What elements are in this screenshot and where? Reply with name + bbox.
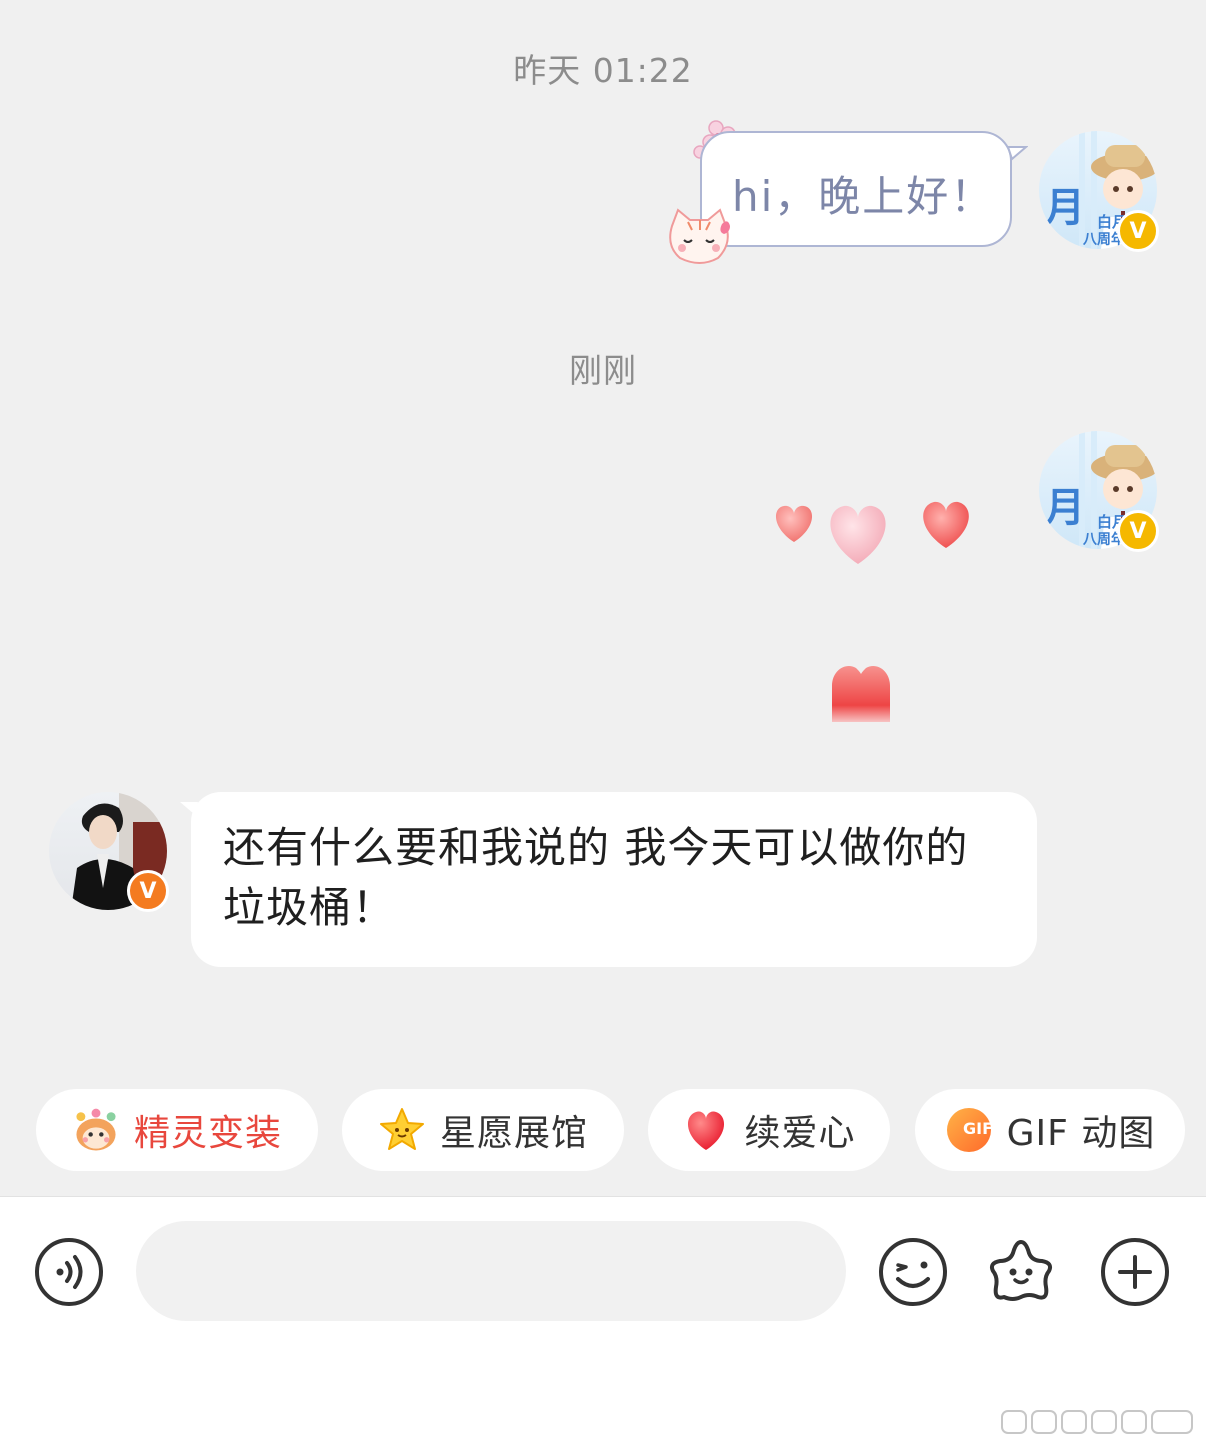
star-sticker-icon[interactable]	[986, 1237, 1056, 1307]
gif-badge-text: GIF	[962, 1119, 993, 1138]
message-text: hi，晚上好！	[732, 172, 995, 221]
chip-label: GIF 动图	[1006, 1113, 1156, 1154]
chip-gif-animation[interactable]: GIF GIF 动图	[915, 1089, 1185, 1171]
my-message-bubble[interactable]: hi，晚上好！	[700, 131, 1012, 247]
message-input[interactable]	[136, 1221, 846, 1321]
chip-sprite-dressup[interactable]: 精灵变装	[36, 1089, 318, 1171]
avatar-text: 月	[1045, 484, 1085, 531]
other-message-bubble[interactable]: 还有什么要和我说的 我今天可以做你的垃圾桶！	[191, 792, 1037, 967]
verified-badge-icon: V	[127, 870, 169, 912]
star-icon	[378, 1106, 426, 1154]
heart-icon	[682, 1106, 730, 1154]
chip-continue-heart[interactable]: 续爱心	[648, 1089, 890, 1171]
hearts-sticker-icon[interactable]	[766, 496, 976, 568]
verified-badge-icon: V	[1117, 510, 1159, 552]
timestamp: 昨天 01:22	[513, 51, 693, 90]
bubble-tail-icon	[1008, 146, 1028, 161]
cat-decoration-icon	[669, 208, 730, 264]
voice-icon[interactable]	[34, 1237, 104, 1307]
message-text: 还有什么要和我说的 我今天可以做你的垃圾桶！	[223, 823, 969, 932]
add-icon[interactable]	[1100, 1237, 1170, 1307]
timestamp: 刚刚	[569, 351, 637, 390]
home-indicator-icon	[1001, 1410, 1193, 1434]
chip-label: 续爱心	[744, 1113, 856, 1154]
avatar-text: 月	[1045, 184, 1085, 231]
emoji-icon[interactable]	[878, 1237, 948, 1307]
chip-label: 精灵变装	[133, 1113, 282, 1154]
chip-star-wish-gallery[interactable]: 星愿展馆	[342, 1089, 624, 1171]
sprite-icon	[72, 1106, 120, 1154]
chip-label: 星愿展馆	[439, 1113, 588, 1154]
verified-badge-icon: V	[1117, 210, 1159, 252]
heart-sticker-icon[interactable]	[828, 660, 894, 724]
